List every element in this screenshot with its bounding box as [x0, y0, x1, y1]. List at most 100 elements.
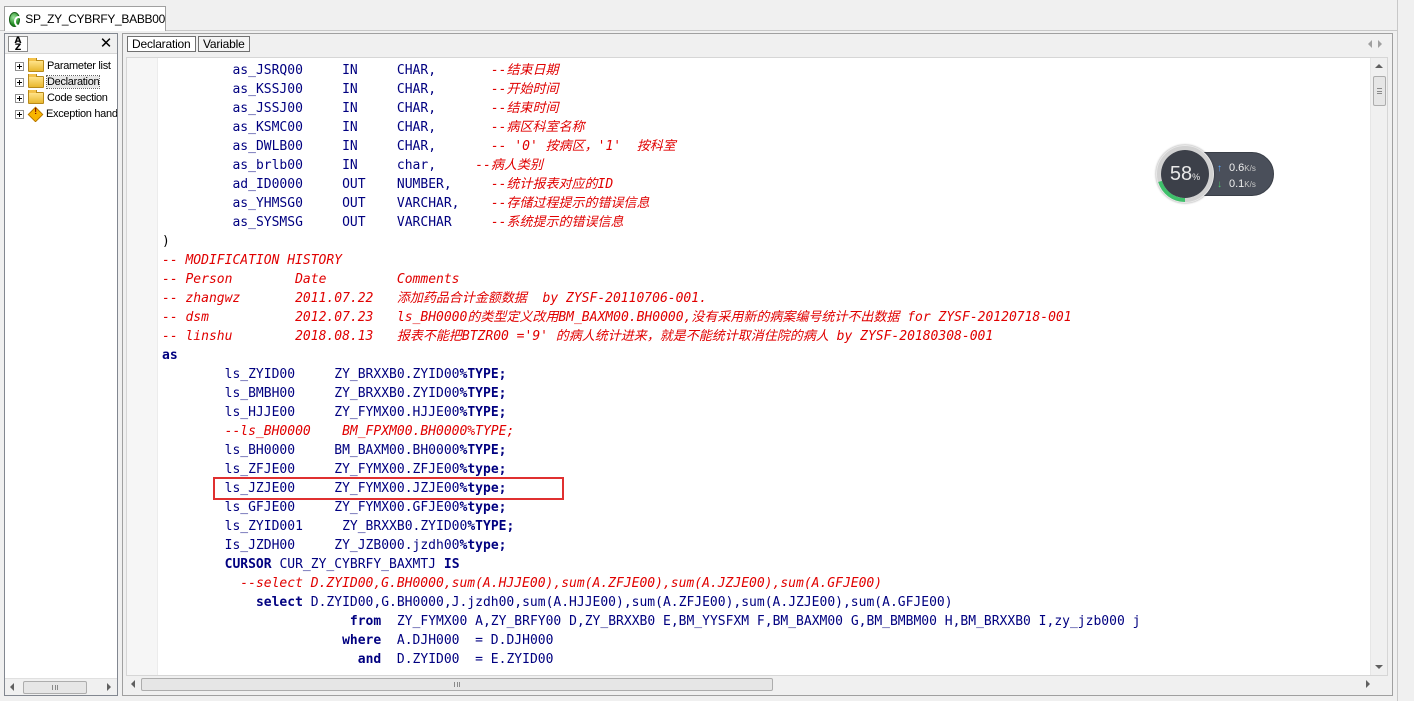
- editor-vertical-scrollbar[interactable]: [1370, 58, 1387, 675]
- sort-az-icon[interactable]: AZ: [8, 36, 28, 53]
- expand-icon[interactable]: [15, 77, 24, 87]
- code-comment: 添加药品合计金额数据 by ZYSF-20110706-001.: [396, 291, 707, 306]
- scroll-right-icon[interactable]: [107, 683, 111, 691]
- code-keyword: where: [342, 633, 382, 648]
- structure-panel: AZ ✕ Parameter list Declaration Code sec…: [4, 33, 118, 696]
- tab-variable[interactable]: Variable: [198, 36, 250, 52]
- code-comment: 2012.07.23: [295, 310, 374, 325]
- code-token: ZY_BRXXB0.ZYID00: [334, 386, 460, 401]
- code-token: CUR_ZY_CYBRFY_BAXMTJ: [279, 557, 436, 572]
- code-token: ls_ZYID00: [224, 367, 296, 382]
- procedure-icon: [9, 11, 24, 27]
- code-token: ZY_JZB000.jzdh00: [334, 538, 460, 553]
- code-token: as_YHMSG0: [232, 196, 303, 211]
- network-monitor-widget[interactable]: ↑ 0.6K/s ↓ 0.1K/s 58%: [1156, 145, 1276, 203]
- tab-scroll-left-icon[interactable]: [1368, 40, 1372, 48]
- code-keyword: %TYPE;: [459, 443, 507, 458]
- tree-item-code-section[interactable]: Code section: [5, 90, 117, 106]
- code-token: ls_BH0000: [224, 443, 296, 458]
- code-comment: --ls_BH0000: [224, 424, 311, 439]
- code-token: ZY_FYMX00.HJJE00: [334, 405, 460, 420]
- document-tab-title: SP_ZY_CYBRFY_BABB00: [25, 12, 165, 26]
- code-comment: -- zhangwz: [162, 291, 241, 306]
- tree-item-exception-handler[interactable]: Exception handler: [5, 106, 117, 122]
- code-token: D.ZYID00,G.BH0000,J.jzdh00,sum(A.HJJE00)…: [310, 595, 953, 610]
- scroll-thumb[interactable]: [1373, 76, 1386, 106]
- expand-icon[interactable]: [15, 109, 24, 119]
- code-keyword: %TYPE;: [467, 519, 515, 534]
- tree-item-label: Exception handler: [46, 108, 117, 120]
- tree-item-parameter-list[interactable]: Parameter list: [5, 58, 117, 74]
- scroll-left-icon[interactable]: [10, 683, 14, 691]
- code-comment: --病区科室名称: [490, 120, 585, 135]
- tree-item-declaration[interactable]: Declaration: [5, 74, 117, 90]
- exception-icon: [27, 106, 44, 122]
- code-token: OUT: [342, 177, 366, 192]
- code-token: as_KSSJ00: [232, 82, 303, 97]
- code-token: IN: [342, 82, 358, 97]
- editor-tab-bar: Declaration Variable: [123, 34, 1392, 54]
- tab-scroll-buttons[interactable]: [1366, 39, 1386, 49]
- usage-percent-sign: %: [1192, 172, 1201, 182]
- structure-horizontal-scrollbar[interactable]: [5, 678, 117, 695]
- code-token: D.ZYID00 = E.ZYID00: [396, 652, 554, 667]
- code-keyword: %TYPE;: [459, 386, 507, 401]
- code-keyword: CURSOR: [224, 557, 272, 572]
- code-comment: -- Person: [162, 272, 233, 287]
- code-token: ls_ZYID001: [224, 519, 303, 534]
- code-keyword: and: [357, 652, 382, 667]
- scroll-thumb[interactable]: [23, 681, 87, 694]
- code-comment: ls_BH0000的类型定义改用BM_BAXM00.BH0000,没有采用新的病…: [396, 310, 1072, 325]
- folder-icon: [28, 90, 44, 104]
- tab-declaration[interactable]: Declaration: [127, 36, 196, 52]
- code-keyword: IS: [443, 557, 460, 572]
- scroll-right-icon[interactable]: [1366, 680, 1370, 688]
- scroll-thumb[interactable]: [141, 678, 773, 691]
- document-tab[interactable]: SP_ZY_CYBRFY_BABB00: [4, 6, 166, 31]
- code-comment: --select D.ZYID00,G.BH0000,sum(A.HJJE00)…: [240, 576, 883, 591]
- close-icon[interactable]: ✕: [99, 34, 113, 52]
- code-token: NUMBER,: [396, 177, 452, 192]
- code-keyword: from: [349, 614, 382, 629]
- code-token: as_JSRQ00: [232, 63, 303, 78]
- code-token: VARCHAR: [396, 215, 452, 230]
- code-token: as_SYSMSG: [232, 215, 303, 230]
- code-token: as_KSMC00: [232, 120, 303, 135]
- code-token: ls_BMBH00: [224, 386, 296, 401]
- code-token: char,: [396, 158, 437, 173]
- scroll-up-icon[interactable]: [1375, 64, 1383, 68]
- code-token: ZY_BRXXB0.ZYID00: [342, 519, 468, 534]
- download-arrow-icon: ↓: [1217, 179, 1222, 190]
- code-comment: --统计报表对应的ID: [490, 177, 614, 192]
- code-keyword: %TYPE;: [459, 367, 507, 382]
- code-token: ZY_FYMX00 A,ZY_BRFY00 D,ZY_BRXXB0 E,BM_Y…: [396, 614, 1141, 629]
- code-token: Is_JZDH00: [224, 538, 296, 553]
- code-token: CHAR,: [396, 82, 437, 97]
- editor-panel: Declaration Variable as_JSRQ00 IN CHAR, --结…: [122, 33, 1393, 696]
- folder-icon: [28, 58, 44, 72]
- tab-scroll-right-icon[interactable]: [1378, 40, 1382, 48]
- download-speed: ↓ 0.1K/s: [1217, 177, 1277, 191]
- code-token: IN: [342, 63, 358, 78]
- document-tab-strip: SP_ZY_CYBRFY_BABB00: [0, 0, 1414, 31]
- code-comment: Comments: [396, 272, 460, 287]
- code-token: ls_HJJE00: [224, 405, 296, 420]
- scroll-down-icon[interactable]: [1375, 665, 1383, 669]
- code-comment: -- dsm: [162, 310, 209, 325]
- editor-horizontal-scrollbar[interactable]: [126, 676, 1388, 693]
- structure-tree: Parameter list Declaration Code section …: [5, 58, 117, 122]
- code-comment: 报表不能把BTZR00 ='9' 的病人统计进来，就是不能统计取消住院的病人 b…: [396, 329, 994, 344]
- upload-arrow-icon: ↑: [1217, 163, 1222, 174]
- code-token: IN: [342, 139, 358, 154]
- expand-icon[interactable]: [15, 93, 24, 103]
- scroll-left-icon[interactable]: [131, 680, 135, 688]
- tree-item-label: Code section: [47, 92, 108, 104]
- code-comment: -- MODIFICATION HISTORY: [162, 253, 343, 268]
- code-token: IN: [342, 101, 358, 116]
- upload-speed: ↑ 0.6K/s: [1217, 161, 1277, 175]
- code-keyword: as: [162, 348, 178, 363]
- code-token: ZY_FYMX00.GFJE00: [334, 500, 460, 515]
- download-value: 0.1: [1229, 178, 1245, 190]
- expand-icon[interactable]: [15, 61, 24, 71]
- structure-toolbar: AZ ✕: [5, 34, 117, 54]
